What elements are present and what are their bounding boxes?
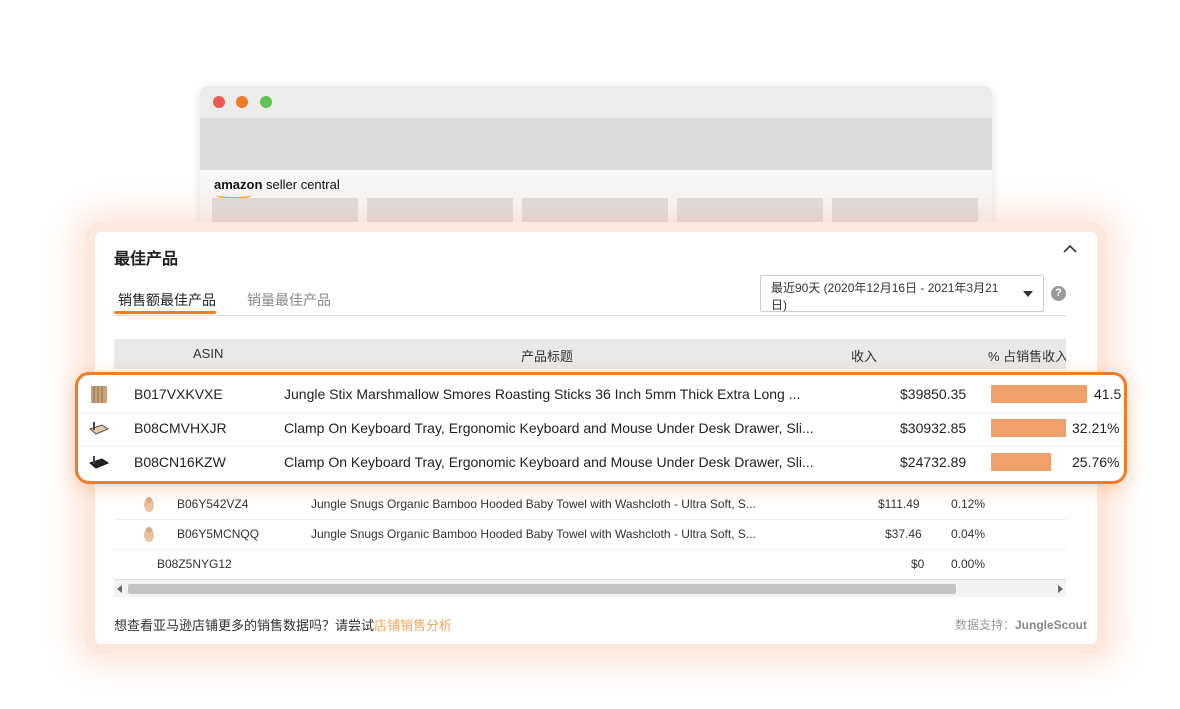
credit-label: 数据支持：	[954, 618, 1015, 632]
browser-titlebar	[200, 86, 992, 118]
row-asin[interactable]: B06Y5MCNQQ	[177, 527, 259, 541]
share-bar	[991, 419, 1066, 437]
tab-revenue-best[interactable]: 销售额最佳产品	[118, 290, 216, 310]
footer-prompt: 想查看亚马逊店铺更多的销售数据吗？请尝试店铺销售分析	[114, 615, 452, 634]
row-asin[interactable]: B08CN16KZW	[134, 454, 226, 470]
seller-nav-tab[interactable]	[522, 198, 668, 222]
data-credit: 数据支持：JungleScout	[955, 616, 1087, 633]
row-share: 41.5	[1094, 386, 1122, 402]
row-title: Clamp On Keyboard Tray, Ergonomic Keyboa…	[284, 420, 814, 436]
share-bar	[991, 453, 1051, 471]
row-title: Clamp On Keyboard Tray, Ergonomic Keyboa…	[284, 454, 814, 470]
highlighted-row[interactable]: B08CN16KZW Clamp On Keyboard Tray, Ergon…	[78, 446, 1124, 480]
row-asin[interactable]: B06Y542VZ4	[177, 497, 248, 511]
row-asin[interactable]: B017VXKVXE	[134, 386, 223, 402]
active-tab-indicator	[114, 311, 216, 314]
row-revenue: $37.46	[885, 527, 922, 541]
seller-nav-tab[interactable]	[367, 198, 513, 222]
row-share: 0.00%	[951, 557, 986, 571]
row-share: 0.04%	[951, 527, 986, 541]
header-asin[interactable]: ASIN	[193, 346, 223, 361]
horizontal-scrollbar[interactable]	[114, 579, 1066, 597]
caret-down-icon	[1023, 291, 1033, 297]
tab-units-best[interactable]: 销量最佳产品	[247, 290, 331, 310]
minimize-window-dot[interactable]	[236, 96, 248, 108]
row-title: Jungle Snugs Organic Bamboo Hooded Baby …	[311, 527, 756, 541]
scroll-right-arrow-icon[interactable]	[1058, 585, 1063, 593]
tab-divider	[114, 315, 1066, 316]
row-revenue: $111.49	[878, 497, 920, 511]
share-bar	[991, 385, 1087, 403]
row-asin[interactable]: B08CMVHXJR	[134, 420, 227, 436]
footer-prompt-text: 想查看亚马逊店铺更多的销售数据吗？请尝试	[114, 618, 375, 633]
row-share: 32.21%	[1072, 420, 1120, 436]
header-title[interactable]: 产品标题	[521, 346, 573, 365]
amazon-seller-central-logo[interactable]: amazon seller central	[214, 177, 340, 199]
maximize-window-dot[interactable]	[260, 96, 272, 108]
scroll-thumb[interactable]	[128, 584, 956, 594]
keyboard-tray-black-thumb-icon	[88, 456, 110, 469]
highlighted-row[interactable]: B017VXKVXE Jungle Stix Marshmallow Smore…	[78, 378, 1124, 413]
date-range-value: 最近90天 (2020年12月16日 - 2021年3月21日)	[771, 281, 999, 312]
help-icon[interactable]: ?	[1051, 286, 1066, 301]
credit-brand[interactable]: JungleScout	[1015, 618, 1087, 632]
card-title: 最佳产品	[114, 251, 179, 268]
row-revenue: $30932.85	[900, 420, 967, 436]
seller-nav-tab[interactable]	[832, 198, 978, 222]
row-share: 0.12%	[951, 497, 986, 511]
row-title: Jungle Stix Marshmallow Smores Roasting …	[284, 386, 801, 402]
keyboard-tray-thumb-icon	[88, 422, 110, 435]
chevron-up-icon[interactable]	[1062, 241, 1078, 257]
highlighted-row[interactable]: B08CMVHXJR Clamp On Keyboard Tray, Ergon…	[78, 412, 1124, 447]
baby-towel-thumb-icon	[144, 497, 154, 512]
seller-nav-tab[interactable]	[677, 198, 823, 222]
scroll-left-arrow-icon[interactable]	[117, 585, 122, 593]
header-share[interactable]: % 占销售收入	[988, 346, 1066, 365]
table-row[interactable]: B08Z5NYG12 $0 0.00%	[114, 549, 1066, 580]
browser-toolbar	[200, 118, 992, 170]
row-revenue: $0	[911, 557, 925, 571]
row-share: 25.76%	[1072, 454, 1120, 470]
table-header: ASIN 产品标题 收入 % 占销售收入	[114, 339, 1066, 369]
row-revenue: $24732.89	[900, 454, 967, 470]
row-title: Jungle Snugs Organic Bamboo Hooded Baby …	[311, 497, 756, 511]
header-revenue[interactable]: 收入	[851, 346, 877, 365]
seller-nav-tab[interactable]	[212, 198, 358, 222]
top-products-highlight: B017VXKVXE Jungle Stix Marshmallow Smore…	[75, 372, 1127, 484]
table-row[interactable]: B06Y5MCNQQ Jungle Snugs Organic Bamboo H…	[114, 519, 1066, 550]
roasting-sticks-thumb-icon	[91, 386, 107, 403]
store-sales-analysis-link[interactable]: 店铺销售分析	[374, 618, 452, 633]
date-range-select[interactable]: 最近90天 (2020年12月16日 - 2021年3月21日)	[760, 275, 1044, 312]
baby-towel-thumb-icon	[144, 527, 154, 542]
close-window-dot[interactable]	[213, 96, 225, 108]
table-row[interactable]: B06Y542VZ4 Jungle Snugs Organic Bamboo H…	[114, 489, 1066, 520]
row-revenue: $39850.35	[900, 386, 967, 402]
row-asin[interactable]: B08Z5NYG12	[157, 557, 232, 571]
